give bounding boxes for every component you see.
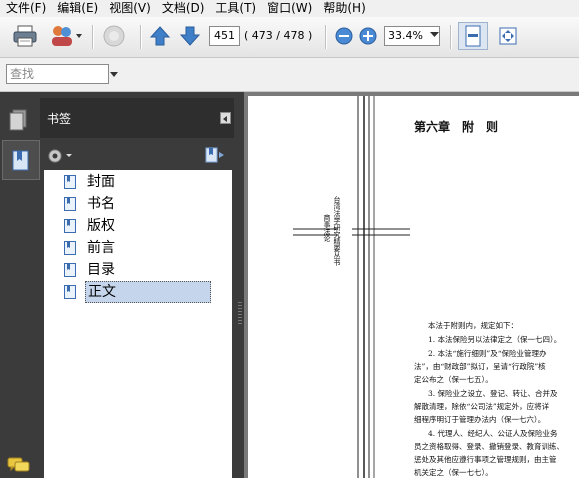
bookmark-item[interactable]: 封面 [64,172,117,192]
paragraph-line: 惩处及其他应遵行事项之管理规则，由主管 [414,455,557,464]
next-page-icon[interactable] [179,25,201,47]
bookmark-item[interactable]: 版权 [64,216,117,236]
pages-icon[interactable] [8,108,30,132]
bookmark-label: 书名 [87,196,115,212]
panel-splitter[interactable] [236,92,244,478]
bookmark-label: 目录 [87,262,115,278]
expand-bookmark-icon[interactable] [204,146,228,166]
chevron-left-icon [223,116,227,122]
collaborate-icon[interactable] [48,23,84,49]
bookmark-tree: 封面 书名 版权 前言 目录 正文 [44,170,232,478]
menu-view[interactable]: 视图(V) [103,0,156,17]
stamp-icon [103,25,125,47]
bookmark-icon [64,263,76,277]
bookmarks-panel-tools [40,142,234,170]
bookmark-item[interactable]: 书名 [64,194,117,214]
page-count-label: ( 473 / 478 ) [244,29,313,42]
menu-window[interactable]: 窗口(W) [261,0,317,17]
bookmarks-panel-header: 书签 [40,98,234,138]
page-number-input[interactable]: 451 [209,26,240,46]
zoom-in-icon[interactable] [358,26,378,46]
bookmark-icon [64,175,76,189]
paragraph-line: 3. 保险业之设立、登记、转让、合并及 [428,389,558,398]
menu-tools[interactable]: 工具(T) [209,0,261,17]
menu-edit[interactable]: 编辑(E) [51,0,103,17]
fit-width-icon [465,25,481,47]
print-icon[interactable] [12,24,38,48]
full-screen-icon[interactable] [496,24,520,48]
panel-title: 书签 [47,112,72,126]
paragraph-line: 1. 本法保险另以法律定之（保一七四）。 [428,335,562,344]
bookmark-item[interactable]: 目录 [64,260,117,280]
side-title: 台湾法学研究精要丛书 [333,196,341,266]
bookmark-icon [64,241,76,255]
bookmark-icon [64,285,76,299]
previous-page-icon[interactable] [149,25,171,47]
find-toolbar: 查找 [0,58,579,92]
paragraph-line: 4. 代理人、经纪人、公证人及保险业务 [428,429,558,438]
zoom-out-icon[interactable] [334,26,354,46]
fit-width-button[interactable] [458,22,488,50]
bookmark-item-selected[interactable]: 正文 [64,281,211,303]
menu-document[interactable]: 文档(D) [156,0,210,17]
find-input[interactable]: 查找 [6,64,109,84]
bookmark-item[interactable]: 前言 [64,238,117,258]
bookmark-icon [64,197,76,211]
side-subtitle: 商事法论 [323,214,331,242]
bookmark-label: 正文 [85,281,211,303]
paragraph-line: 定公布之（保一七五）。 [414,375,493,384]
menu-file[interactable]: 文件(F) [0,0,51,17]
bookmarks-tab[interactable] [2,140,40,180]
document-page: 台湾法学研究精要丛书 商事法论 第六章 附 则 本法于附则内，规定如下： 1. … [248,96,579,478]
intro-line: 本法于附则内，规定如下： [428,321,518,330]
menu-help[interactable]: 帮助(H) [317,0,370,17]
paragraph-line: 解散清理，除依“公司法”规定外，应将详 [414,402,550,411]
paragraph-line: 法”，由“财政部”拟订，呈请“行政院”核 [414,362,546,371]
paragraph-line: 细程序明订于管理办法内（保一七六）。 [414,415,546,424]
chapter-title: 第六章 附 则 [414,120,499,134]
paragraph-line: 员之资格取得、登录、撤销登录、教育训练、 [414,442,564,451]
zoom-dropdown-icon[interactable] [430,32,439,38]
menu-bar: 文件(F) 编辑(E) 视图(V) 文档(D) 工具(T) 窗口(W) 帮助(H… [0,0,579,17]
collapse-panel-button[interactable] [220,112,231,124]
navigation-strip [0,92,40,478]
bookmark-label: 前言 [87,240,115,256]
bookmark-label: 版权 [87,218,115,234]
comments-icon[interactable] [6,455,32,475]
options-gear-icon[interactable] [46,147,74,165]
find-dropdown-icon[interactable] [110,72,118,77]
bookmark-icon [64,219,76,233]
toolbar: 451 ( 473 / 478 ) 33.4% [0,17,579,58]
bookmarks-icon [12,150,29,171]
paragraph-line: 2. 本法“施行细则”及“保险业管理办 [428,349,547,358]
paragraph-line: 机关定之（保一七七）。 [414,468,493,477]
bookmark-label: 封面 [87,174,115,190]
